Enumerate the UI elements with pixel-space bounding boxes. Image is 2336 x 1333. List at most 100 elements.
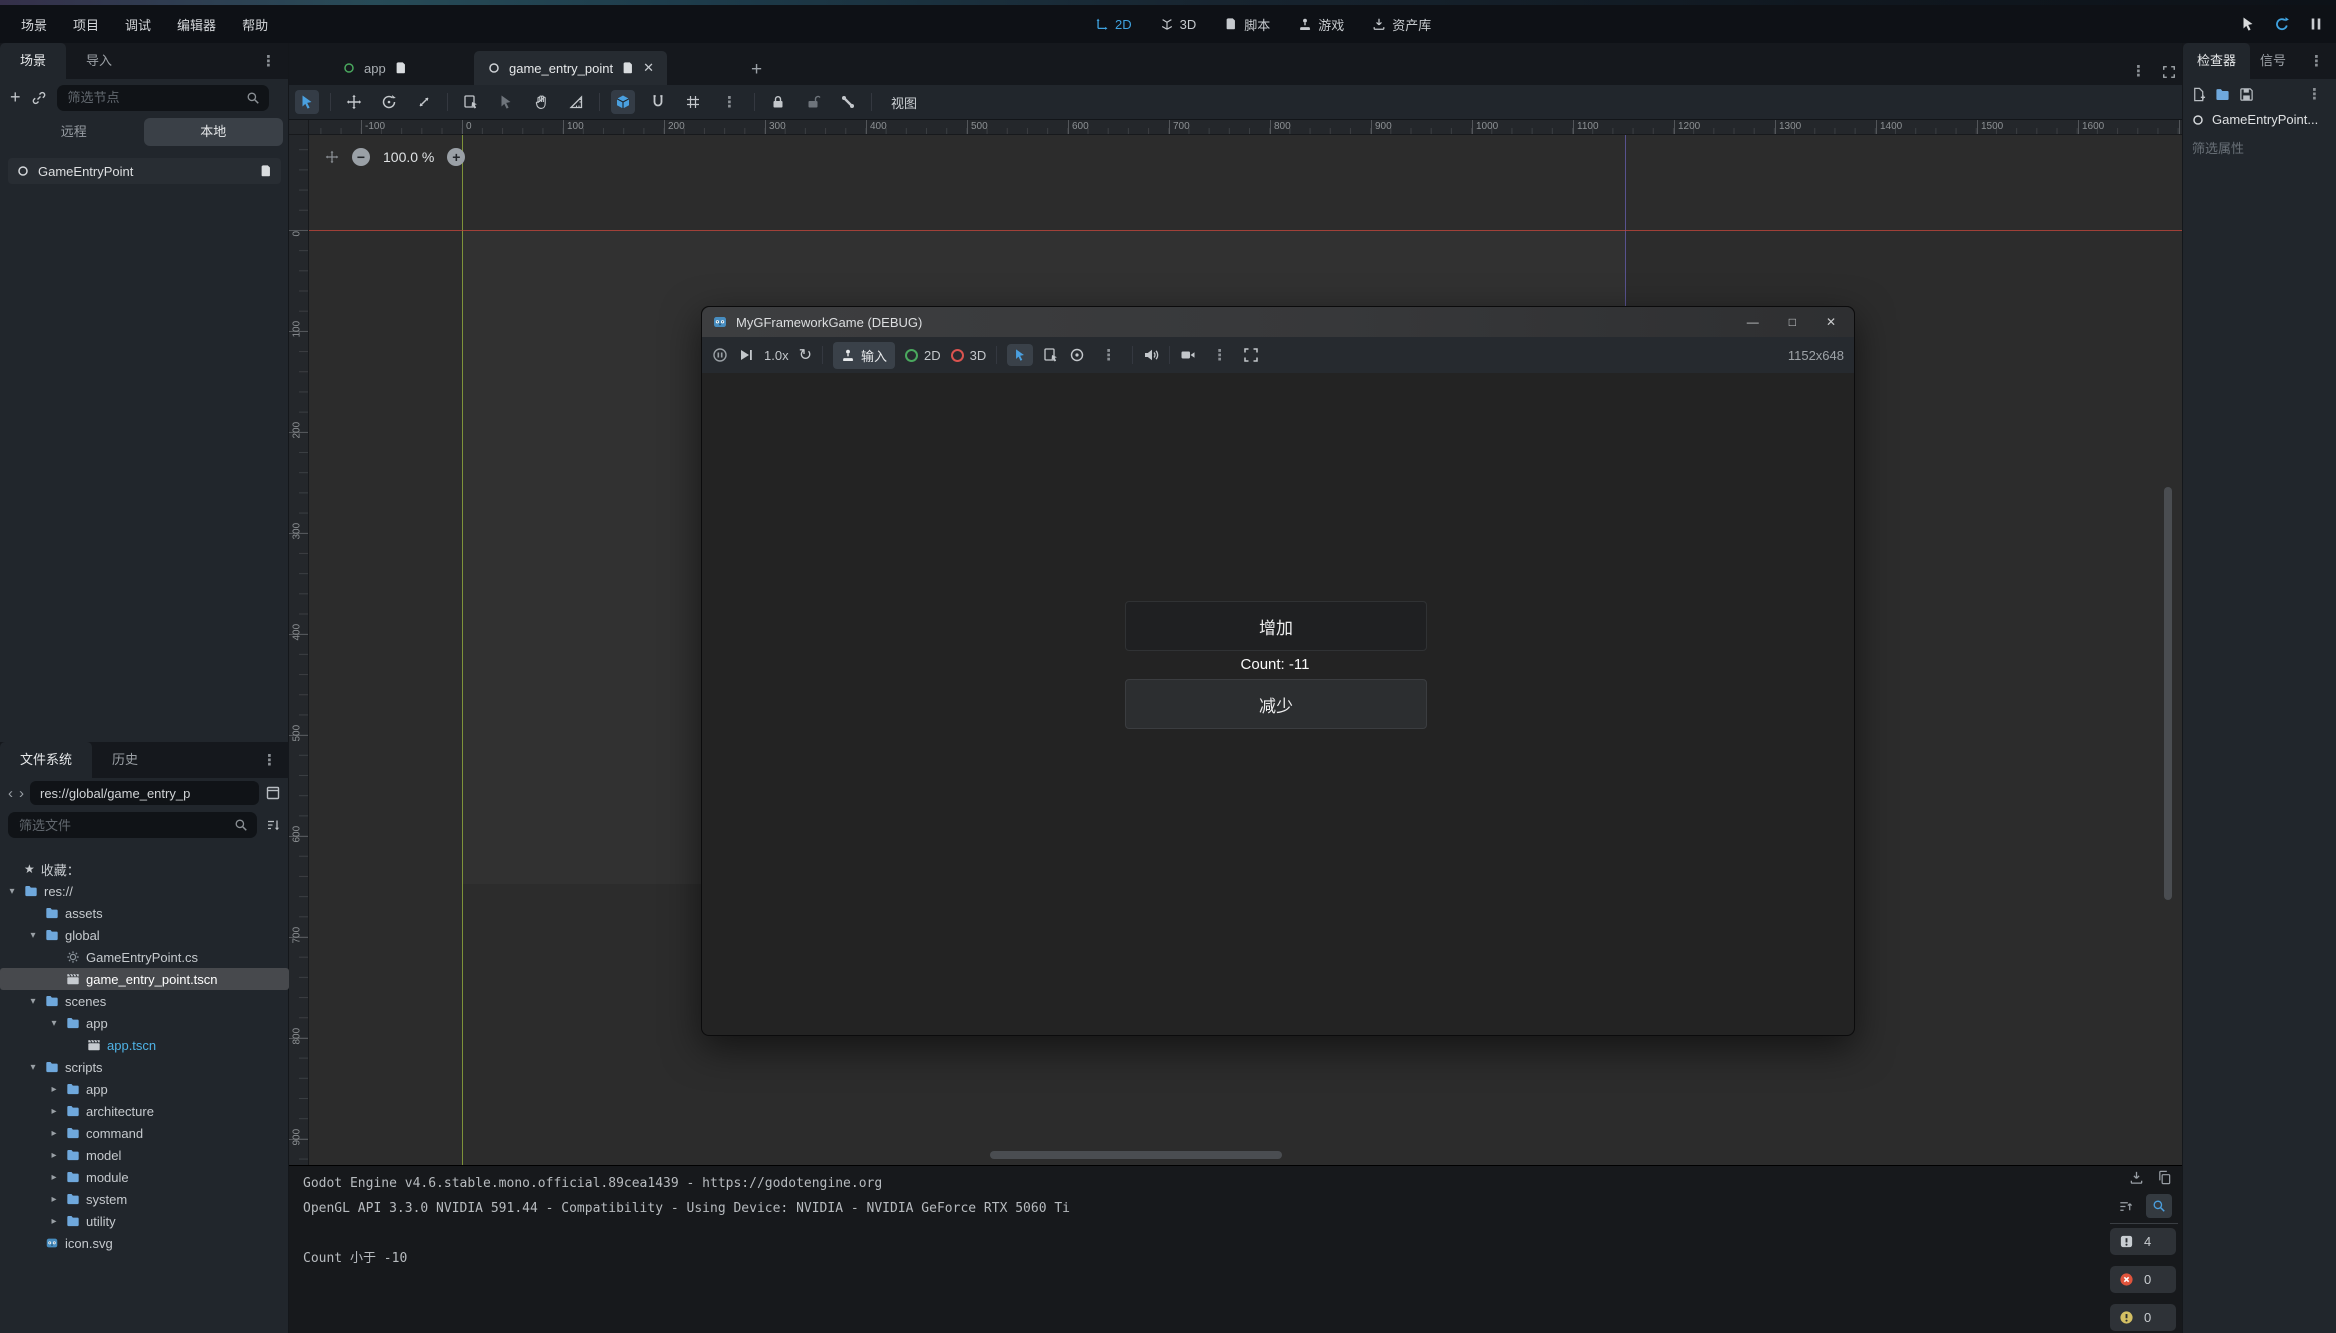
fs-item[interactable]: ▾app [0, 1012, 289, 1034]
skeleton-options-button[interactable] [836, 90, 860, 114]
menu-editor[interactable]: 编辑器 [164, 15, 229, 34]
fs-item[interactable]: ▾scenes [0, 990, 289, 1012]
zoom-out-button[interactable]: − [352, 148, 370, 166]
file-filter-input[interactable] [17, 817, 234, 834]
menu-debug[interactable]: 调试 [112, 15, 164, 34]
nav-back-icon[interactable]: ‹ [8, 785, 13, 802]
pause-game-icon[interactable] [2308, 16, 2324, 32]
fs-item[interactable]: ▸command [0, 1122, 289, 1144]
mode-3d[interactable]: 3D [1160, 17, 1197, 32]
zoom-in-button[interactable]: + [447, 148, 465, 166]
nav-forward-icon[interactable]: › [19, 785, 24, 802]
game-view[interactable]: 增加 Count: -11 减少 [702, 373, 1854, 1035]
new-resource-icon[interactable] [2191, 87, 2206, 102]
zoom-level[interactable]: 100.0 % [383, 149, 434, 165]
path-input[interactable] [38, 785, 251, 802]
fs-item[interactable]: GameEntryPoint.cs [0, 946, 289, 968]
expand-arrow[interactable]: ▸ [48, 1172, 60, 1183]
fs-item[interactable]: ▸app [0, 1078, 289, 1100]
camera-override-target-icon[interactable] [1069, 347, 1085, 363]
list-select-tool-button[interactable] [459, 90, 483, 114]
lock-node-button[interactable] [766, 90, 790, 114]
copy-log-icon[interactable] [2157, 1170, 2172, 1185]
tab-list-menu-icon[interactable]: ⋮ [2125, 64, 2152, 79]
snap-options-menu-icon[interactable]: ⋮ [716, 95, 743, 110]
fs-item[interactable]: ▸model [0, 1144, 289, 1166]
expand-arrow[interactable]: ▾ [27, 930, 39, 941]
increase-button[interactable]: 增加 [1125, 601, 1427, 651]
restart-game-icon[interactable] [2274, 16, 2290, 32]
fs-item[interactable]: app.tscn [0, 1034, 289, 1056]
embed-fullscreen-icon[interactable] [1243, 347, 1259, 363]
scale-tool-button[interactable] [412, 90, 436, 114]
scene-tab-app[interactable]: app [329, 51, 421, 85]
new-scene-tab-button[interactable]: + [751, 59, 762, 81]
expand-arrow[interactable]: ▸ [48, 1150, 60, 1161]
fs-item[interactable]: ▸system [0, 1188, 289, 1210]
tab-import[interactable]: 导入 [66, 43, 132, 79]
expand-arrow[interactable]: ▸ [48, 1216, 60, 1227]
expand-arrow[interactable]: ▸ [48, 1128, 60, 1139]
select-tool-button[interactable] [295, 90, 319, 114]
filesystem-menu-icon[interactable]: ⋮ [256, 753, 283, 768]
ruler-tool-button[interactable] [564, 90, 588, 114]
save-resource-icon[interactable] [2239, 87, 2254, 102]
rotate-tool-button[interactable] [377, 90, 401, 114]
game-select-tool-button[interactable] [1007, 344, 1033, 366]
game-list-select-icon[interactable] [1043, 347, 1059, 363]
horizontal-scrollbar[interactable] [990, 1151, 1282, 1159]
fs-item[interactable]: assets [0, 902, 289, 924]
mode-script[interactable]: 脚本 [1224, 15, 1270, 34]
tab-inspector[interactable]: 检查器 [2183, 43, 2250, 79]
tab-history[interactable]: 历史 [92, 742, 158, 778]
fs-item[interactable]: ★收藏： [0, 858, 289, 880]
fs-item[interactable]: ▸module [0, 1166, 289, 1188]
expand-arrow[interactable]: ▾ [27, 1062, 39, 1073]
expand-arrow[interactable]: ▸ [48, 1084, 60, 1095]
mode-game[interactable]: 游戏 [1298, 15, 1344, 34]
scene-tree-root-node[interactable]: GameEntryPoint [8, 158, 281, 184]
fs-item[interactable]: ▾scripts [0, 1056, 289, 1078]
scene-dock-menu-icon[interactable]: ⋮ [255, 54, 282, 69]
expand-arrow[interactable]: ▾ [27, 996, 39, 1007]
fs-item[interactable]: ▾res:// [0, 880, 289, 902]
expand-editor-icon[interactable] [2162, 65, 2176, 79]
pivot-tool-button[interactable] [494, 90, 518, 114]
camera-icon[interactable] [1180, 347, 1196, 363]
center-view-icon[interactable] [325, 150, 339, 164]
grid-snap-magnet-button[interactable] [646, 90, 670, 114]
load-resource-folder-icon[interactable] [2215, 87, 2230, 102]
vertical-scrollbar[interactable] [2164, 487, 2172, 900]
replay-icon[interactable]: ↻ [799, 345, 812, 365]
game-window-titlebar[interactable]: MyGFrameworkGame (DEBUG) — □ ✕ [702, 307, 1854, 337]
node-filter-input[interactable] [66, 89, 246, 106]
selection-options-menu-icon[interactable]: ⋮ [1095, 348, 1122, 363]
decrease-button[interactable]: 减少 [1125, 679, 1427, 729]
fs-item[interactable]: ▸architecture [0, 1100, 289, 1122]
instance-scene-link-icon[interactable] [31, 90, 47, 106]
inspected-node-row[interactable]: GameEntryPoint... [2183, 108, 2336, 131]
expand-arrow[interactable]: ▾ [6, 886, 18, 897]
maximize-icon[interactable]: □ [1789, 315, 1796, 329]
menu-help[interactable]: 帮助 [229, 15, 281, 34]
view-menu-button[interactable]: 视图 [883, 93, 925, 112]
tab-scene[interactable]: 场景 [0, 43, 66, 79]
tab-signals[interactable]: 信号 [2250, 43, 2296, 79]
camera-options-menu-icon[interactable]: ⋮ [1206, 348, 1233, 363]
alert-count-badge[interactable]: 4 [2110, 1228, 2176, 1255]
move-tool-button[interactable] [342, 90, 366, 114]
local-button[interactable]: 本地 [144, 118, 284, 146]
pan-tool-button[interactable] [529, 90, 553, 114]
script-icon[interactable] [259, 164, 273, 178]
select-3d-button[interactable]: 3D [951, 348, 987, 363]
expand-arrow[interactable]: ▸ [48, 1106, 60, 1117]
mute-audio-icon[interactable] [1143, 347, 1159, 363]
remote-button[interactable]: 远程 [4, 118, 144, 146]
select-2d-button[interactable]: 2D [905, 348, 941, 363]
tab-filesystem[interactable]: 文件系统 [0, 742, 92, 778]
minimize-icon[interactable]: — [1747, 315, 1759, 329]
clear-log-icon[interactable] [2129, 1170, 2144, 1185]
scene-tab-game-entry-point[interactable]: game_entry_point ✕ [474, 51, 667, 85]
menu-scene[interactable]: 场景 [8, 15, 60, 34]
mode-assetlib[interactable]: 资产库 [1372, 15, 1431, 34]
